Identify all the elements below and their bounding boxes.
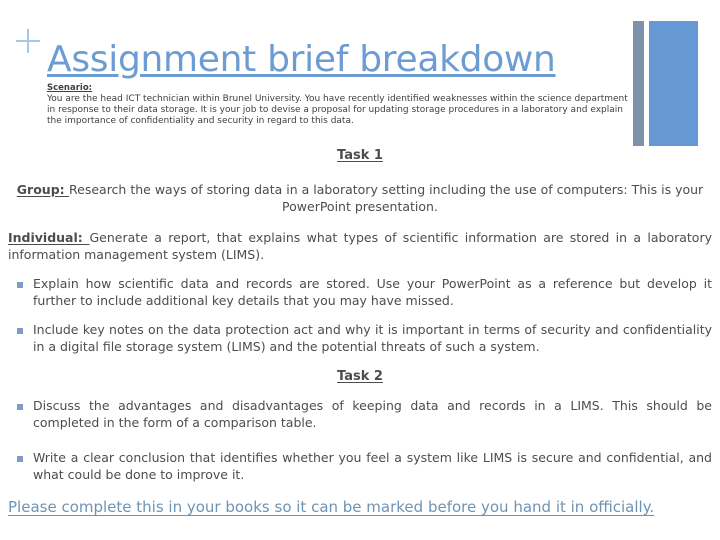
decorative-blue-bar [649,21,698,146]
closing-note: Please complete this in your books so it… [8,498,655,516]
individual-text: Generate a report, that explains what ty… [8,230,712,262]
task-1-individual-paragraph: Individual: Generate a report, that expl… [8,230,712,263]
list-item: Explain how scientific data and records … [8,276,712,309]
list-item-text: Include key notes on the data protection… [33,322,712,354]
plus-icon [16,29,40,53]
scenario-block: Scenario: You are the head ICT technicia… [47,83,635,127]
bullet-square-icon [17,282,23,288]
list-item: Write a clear conclusion that identifies… [8,450,712,483]
list-item: Discuss the advantages and disadvantages… [8,398,712,431]
slide-title: Assignment brief breakdown [47,39,556,80]
list-item-text: Discuss the advantages and disadvantages… [33,398,712,430]
presentation-slide: Assignment brief breakdown Scenario: You… [0,0,720,540]
list-item-text: Explain how scientific data and records … [33,276,712,308]
scenario-body: You are the head ICT technician within B… [47,94,628,126]
task-1-heading: Task 1 [337,148,383,163]
list-item: Include key notes on the data protection… [8,322,712,355]
task-1-group-paragraph: Group: Research the ways of storing data… [8,182,712,215]
bullet-square-icon [17,456,23,462]
bullet-square-icon [17,404,23,410]
group-label: Group: [16,182,70,197]
individual-label: Individual: [8,230,90,245]
scenario-label: Scenario: [47,83,93,93]
task-2-heading: Task 2 [337,369,383,384]
group-text: Research the ways of storing data in a l… [69,182,704,214]
bullet-square-icon [17,328,23,334]
list-item-text: Write a clear conclusion that identifies… [33,450,712,482]
